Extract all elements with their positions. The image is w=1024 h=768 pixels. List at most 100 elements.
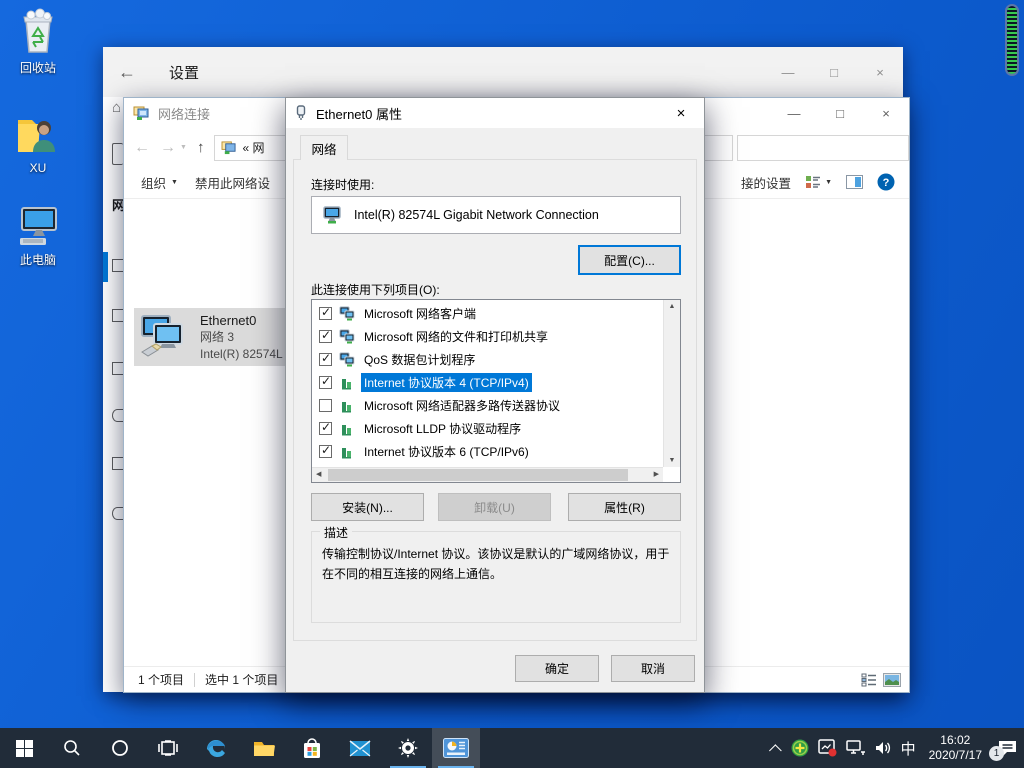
protocol-list-item[interactable]: 链路层拓扑发现响应程序	[313, 463, 662, 466]
protocol-icon	[339, 444, 355, 459]
store-button[interactable]	[288, 728, 336, 768]
configure-button[interactable]: 配置(C)...	[578, 245, 681, 275]
network-adapter-icon	[322, 206, 342, 224]
notification-badge: 1	[989, 746, 1004, 761]
mail-button[interactable]	[336, 728, 384, 768]
recycle-bin-icon	[14, 8, 62, 56]
checkbox[interactable]	[319, 307, 332, 320]
scroll-up-icon[interactable]: ▲	[664, 303, 680, 310]
system-tray: 中 16:02 2020/7/17 1	[773, 728, 1024, 768]
change-settings-label[interactable]: 接的设置	[741, 173, 791, 192]
vertical-scrollbar[interactable]: ▲ ▼	[663, 300, 680, 467]
selected-item-accent-bar	[103, 252, 108, 282]
settings-titlebar: ← 设置 — □ ×	[103, 47, 903, 97]
description-groupbox: 描述 传输控制协议/Internet 协议。该协议是默认的广域网络协议，用于在不…	[311, 531, 681, 623]
scroll-left-icon[interactable]: ◀	[316, 470, 321, 478]
protocol-list-item[interactable]: Internet 协议版本 4 (TCP/IPv4)	[313, 371, 662, 394]
taskbar-clock[interactable]: 16:02 2020/7/17	[929, 733, 982, 763]
search-button[interactable]	[48, 728, 96, 768]
uninstall-button: 卸载(U)	[438, 493, 551, 521]
back-arrow-icon[interactable]: ←	[134, 139, 150, 157]
desktop-icon-label: XU	[0, 161, 76, 175]
ime-indicator[interactable]: 中	[901, 738, 916, 759]
desktop-icon-this-pc[interactable]: 此电脑	[0, 200, 76, 268]
edge-button[interactable]	[192, 728, 240, 768]
minimize-button[interactable]: —	[765, 47, 811, 97]
checkbox[interactable]	[319, 422, 332, 435]
user-folder-icon	[14, 110, 62, 158]
settings-app-taskbar-button[interactable]	[384, 728, 432, 768]
app-notification-tray-icon[interactable]	[818, 739, 837, 757]
caret-down-icon: ▼	[171, 179, 178, 186]
help-icon[interactable]: ?	[877, 173, 895, 191]
checkbox[interactable]	[319, 330, 332, 343]
protocol-icon	[339, 398, 355, 413]
protocol-label: Microsoft 网络适配器多路传送器协议	[361, 396, 563, 415]
dialup-icon	[112, 309, 123, 322]
back-arrow-icon[interactable]: ←	[103, 62, 151, 83]
details-view-icon	[805, 175, 821, 189]
connection-adapter: Intel(R) 82574L	[200, 346, 283, 363]
hidden-icons-chevron[interactable]	[773, 744, 782, 753]
scroll-down-icon[interactable]: ▼	[664, 457, 680, 464]
protocol-list-item[interactable]: QoS 数据包计划程序	[313, 348, 662, 371]
antivirus-tray-icon[interactable]	[791, 739, 809, 757]
volume-tray-icon[interactable]	[874, 740, 892, 756]
action-center-button[interactable]: 1	[997, 740, 1018, 757]
caret-down-icon: ▼	[825, 179, 832, 186]
folder-icon	[253, 739, 275, 757]
ok-button[interactable]: 确定	[515, 655, 599, 682]
clock-time: 16:02	[929, 733, 982, 748]
preview-pane-icon[interactable]	[846, 175, 863, 189]
clock-date: 2020/7/17	[929, 748, 982, 763]
protocol-label: Internet 协议版本 4 (TCP/IPv4)	[361, 373, 532, 392]
close-button[interactable]: ×	[857, 47, 903, 97]
cancel-button[interactable]: 取消	[611, 655, 695, 682]
protocol-list-item[interactable]: Internet 协议版本 6 (TCP/IPv6)	[313, 440, 662, 463]
close-icon[interactable]: ×	[658, 98, 704, 128]
install-button[interactable]: 安装(N)...	[311, 493, 424, 521]
checkbox[interactable]	[319, 376, 332, 389]
checkbox[interactable]	[319, 353, 332, 366]
connect-using-label: 连接时使用:	[311, 176, 374, 193]
protocol-list-item[interactable]: Microsoft LLDP 协议驱动程序	[313, 417, 662, 440]
view-options-button[interactable]: ▼	[805, 175, 832, 189]
horizontal-scrollbar[interactable]: ◀ ▶	[312, 467, 663, 482]
network-tray-icon[interactable]	[846, 740, 865, 756]
selected-count: 选中 1 个项目	[205, 671, 278, 688]
scroll-right-icon[interactable]: ▶	[654, 470, 659, 478]
thumbnail-view-toggle-icon[interactable]	[883, 673, 901, 687]
protocol-listbox[interactable]: Microsoft 网络客户端 Microsoft 网络的文件和打印机共享 Qo…	[311, 299, 681, 483]
history-caret-icon[interactable]: ▼	[180, 144, 187, 151]
adapter-name: Intel(R) 82574L Gigabit Network Connecti…	[354, 208, 599, 222]
protocol-list-item[interactable]: Microsoft 网络客户端	[313, 302, 662, 325]
item-properties-button[interactable]: 属性(R)	[568, 493, 681, 521]
protocol-list-item[interactable]: Microsoft 网络的文件和打印机共享	[313, 325, 662, 348]
protocol-label: Microsoft 网络客户端	[361, 304, 479, 323]
close-button[interactable]: ×	[863, 98, 909, 129]
checkbox[interactable]	[319, 399, 332, 412]
up-arrow-icon[interactable]: ↑	[197, 139, 205, 156]
minimize-button[interactable]: —	[771, 98, 817, 129]
desktop-icon-xu-folder[interactable]: XU	[0, 110, 76, 175]
disable-device-button[interactable]: 禁用此网络设	[195, 173, 270, 192]
file-explorer-button[interactable]	[240, 728, 288, 768]
desktop-icon-recycle-bin[interactable]: 回收站	[0, 8, 76, 76]
protocol-label: Microsoft 网络的文件和打印机共享	[361, 327, 551, 346]
maximize-button[interactable]: □	[811, 47, 857, 97]
organize-menu-button[interactable]: 组织 ▼	[141, 173, 178, 192]
task-view-button[interactable]	[144, 728, 192, 768]
checkbox[interactable]	[319, 445, 332, 458]
tab-network[interactable]: 网络	[300, 135, 348, 160]
list-view-toggle-icon[interactable]	[861, 673, 877, 687]
maximize-button[interactable]: □	[817, 98, 863, 129]
explorer-search-input[interactable]	[737, 135, 909, 161]
network-connections-taskbar-button[interactable]	[432, 728, 480, 768]
cortana-button[interactable]	[96, 728, 144, 768]
protocol-list-item[interactable]: Microsoft 网络适配器多路传送器协议	[313, 394, 662, 417]
ethernet0-properties-dialog: Ethernet0 属性 × 网络 连接时使用: Intel(R) 82574L…	[285, 97, 705, 693]
network-client-icon	[339, 306, 355, 321]
scrollbar-thumb[interactable]	[328, 469, 628, 481]
start-button[interactable]	[0, 728, 48, 768]
forward-arrow-icon[interactable]: →	[160, 139, 176, 157]
